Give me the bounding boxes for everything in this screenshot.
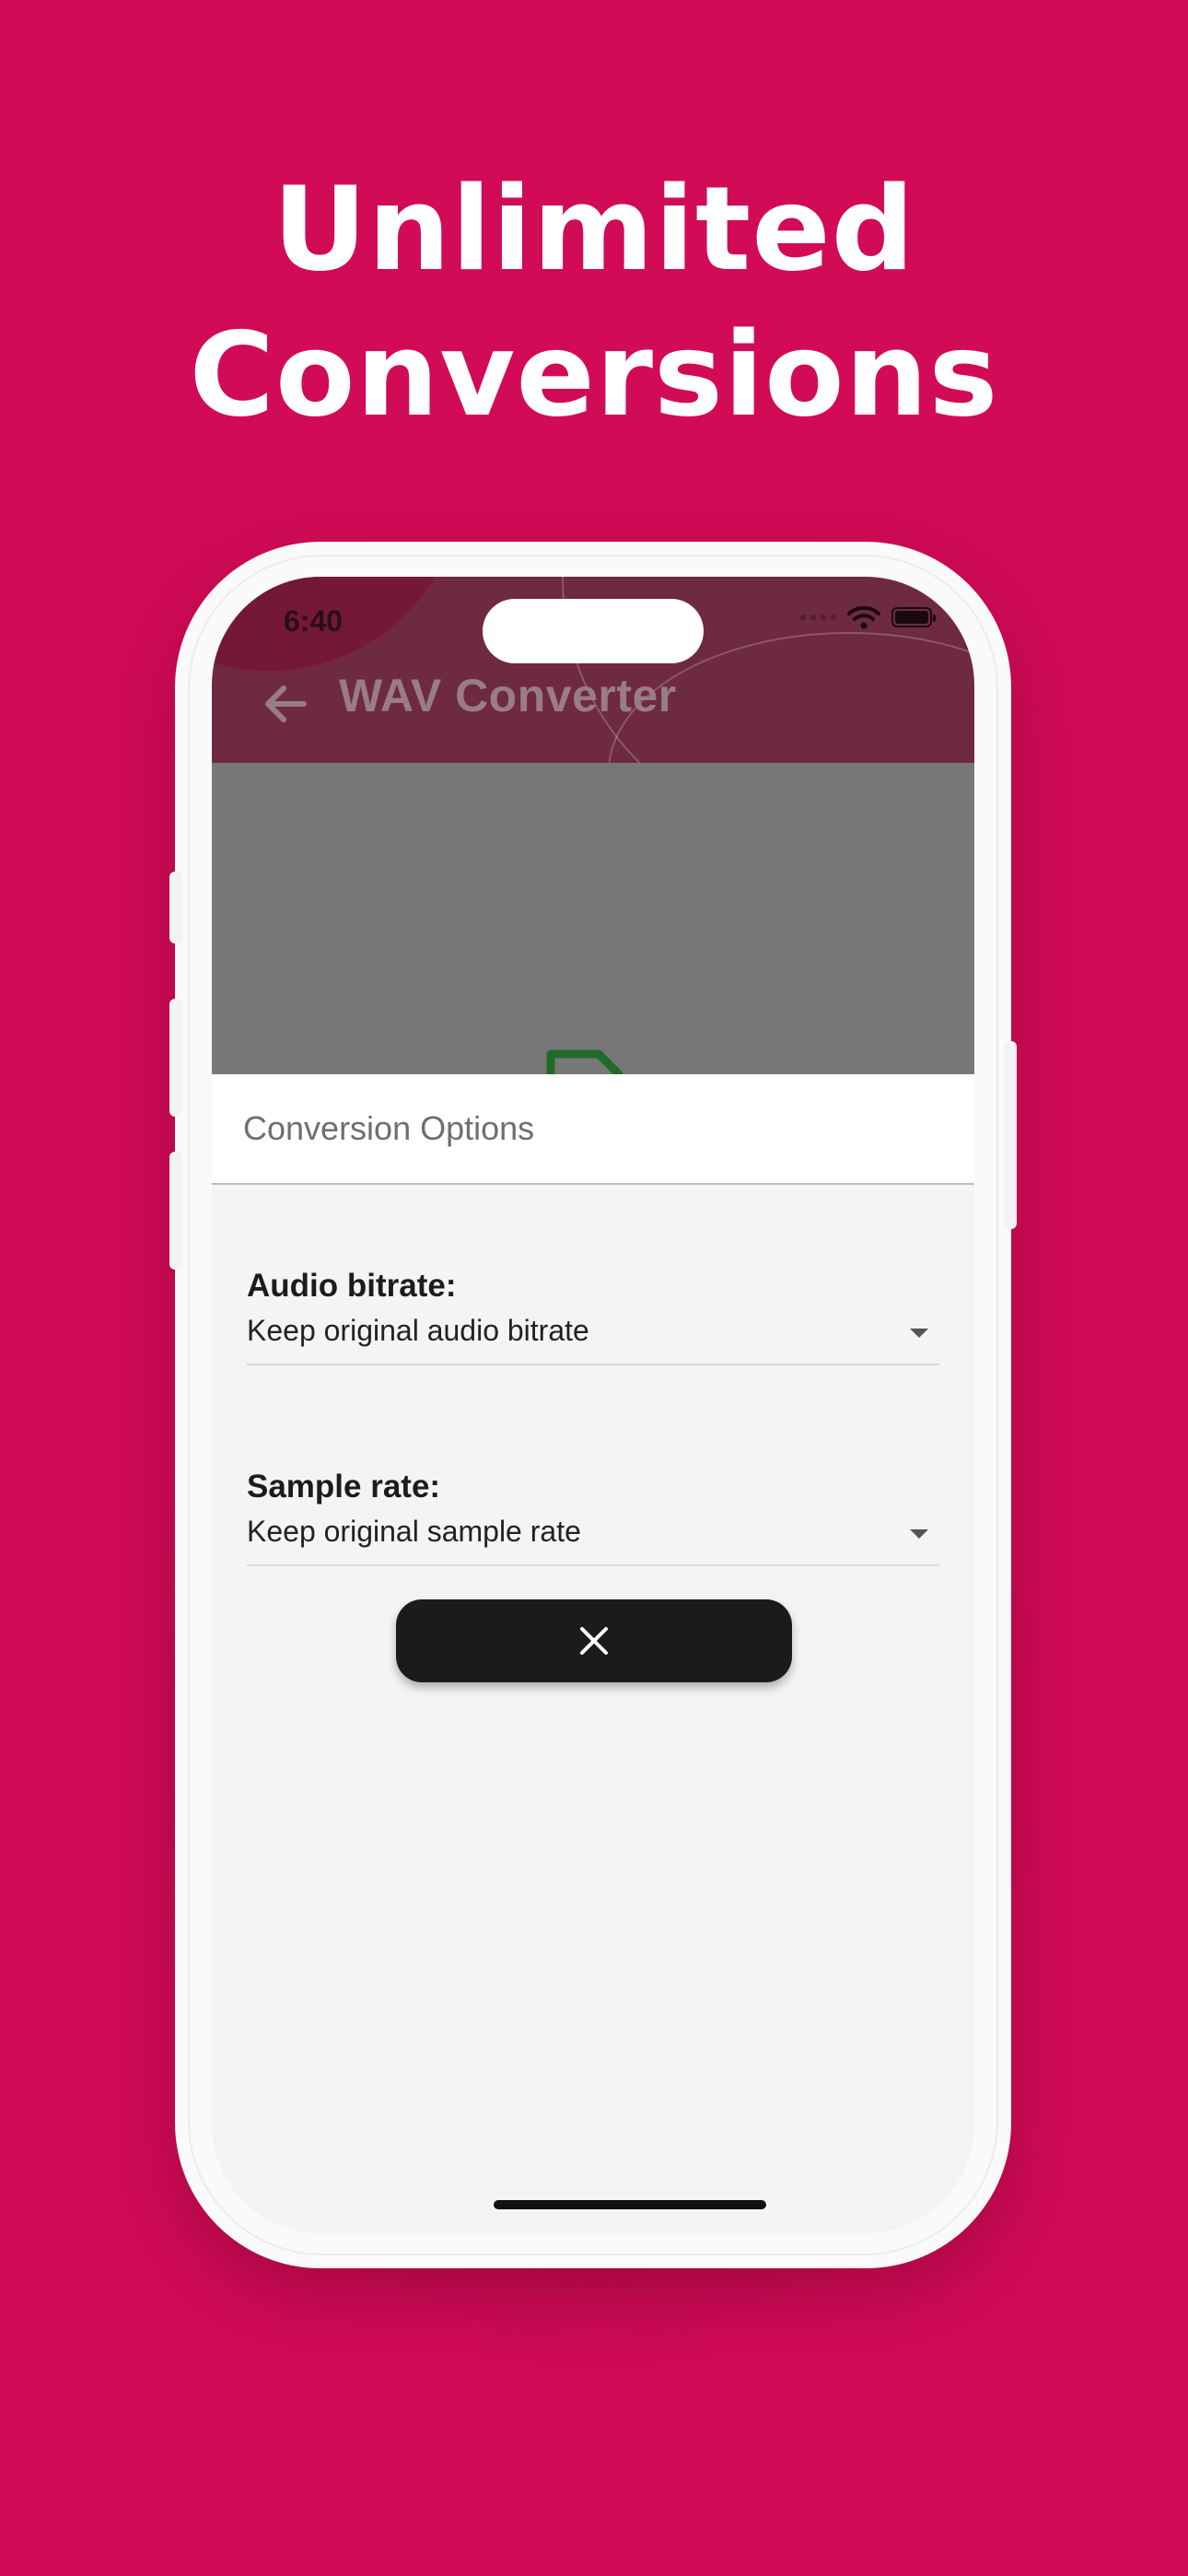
sheet-header: Conversion Options <box>212 1074 974 1185</box>
sheet-title: Conversion Options <box>243 1109 535 1147</box>
headline-line-1: Unlimited <box>273 161 915 297</box>
battery-icon <box>891 607 936 627</box>
home-indicator[interactable] <box>494 2200 766 2209</box>
dynamic-island <box>483 599 704 663</box>
dropdown-caret-icon <box>910 1329 928 1338</box>
wifi-icon <box>847 605 880 629</box>
audio-bitrate-select[interactable]: Keep original audio bitrate <box>247 1308 939 1365</box>
volume-down-button <box>169 1152 182 1270</box>
sample-rate-label: Sample rate: <box>247 1469 441 1505</box>
close-icon <box>580 1627 608 1655</box>
power-button <box>1004 1041 1017 1229</box>
status-icons <box>800 604 936 630</box>
sample-rate-value: Keep original sample rate <box>247 1515 581 1548</box>
dropdown-caret-icon <box>910 1529 928 1539</box>
headline-line-2: Conversions <box>189 307 999 442</box>
phone-frame: 6:40 WAV Converter Conversion Options Au… <box>169 542 1017 2268</box>
app-title: WAV Converter <box>339 670 677 721</box>
volume-up-button <box>169 999 182 1117</box>
action-button <box>169 872 182 943</box>
signal-dots-icon <box>800 615 836 620</box>
status-time: 6:40 <box>284 604 344 638</box>
modal-backdrop[interactable] <box>212 763 974 1102</box>
audio-bitrate-value: Keep original audio bitrate <box>247 1314 589 1347</box>
promo-headline: Unlimited Conversions <box>0 157 1188 448</box>
audio-bitrate-label: Audio bitrate: <box>247 1268 457 1304</box>
app-bar: 6:40 WAV Converter <box>212 577 974 763</box>
phone-screen: 6:40 WAV Converter Conversion Options Au… <box>212 577 974 2233</box>
sample-rate-select[interactable]: Keep original sample rate <box>247 1509 939 1566</box>
arrow-left-icon[interactable] <box>258 676 313 732</box>
close-button[interactable] <box>396 1599 792 1682</box>
